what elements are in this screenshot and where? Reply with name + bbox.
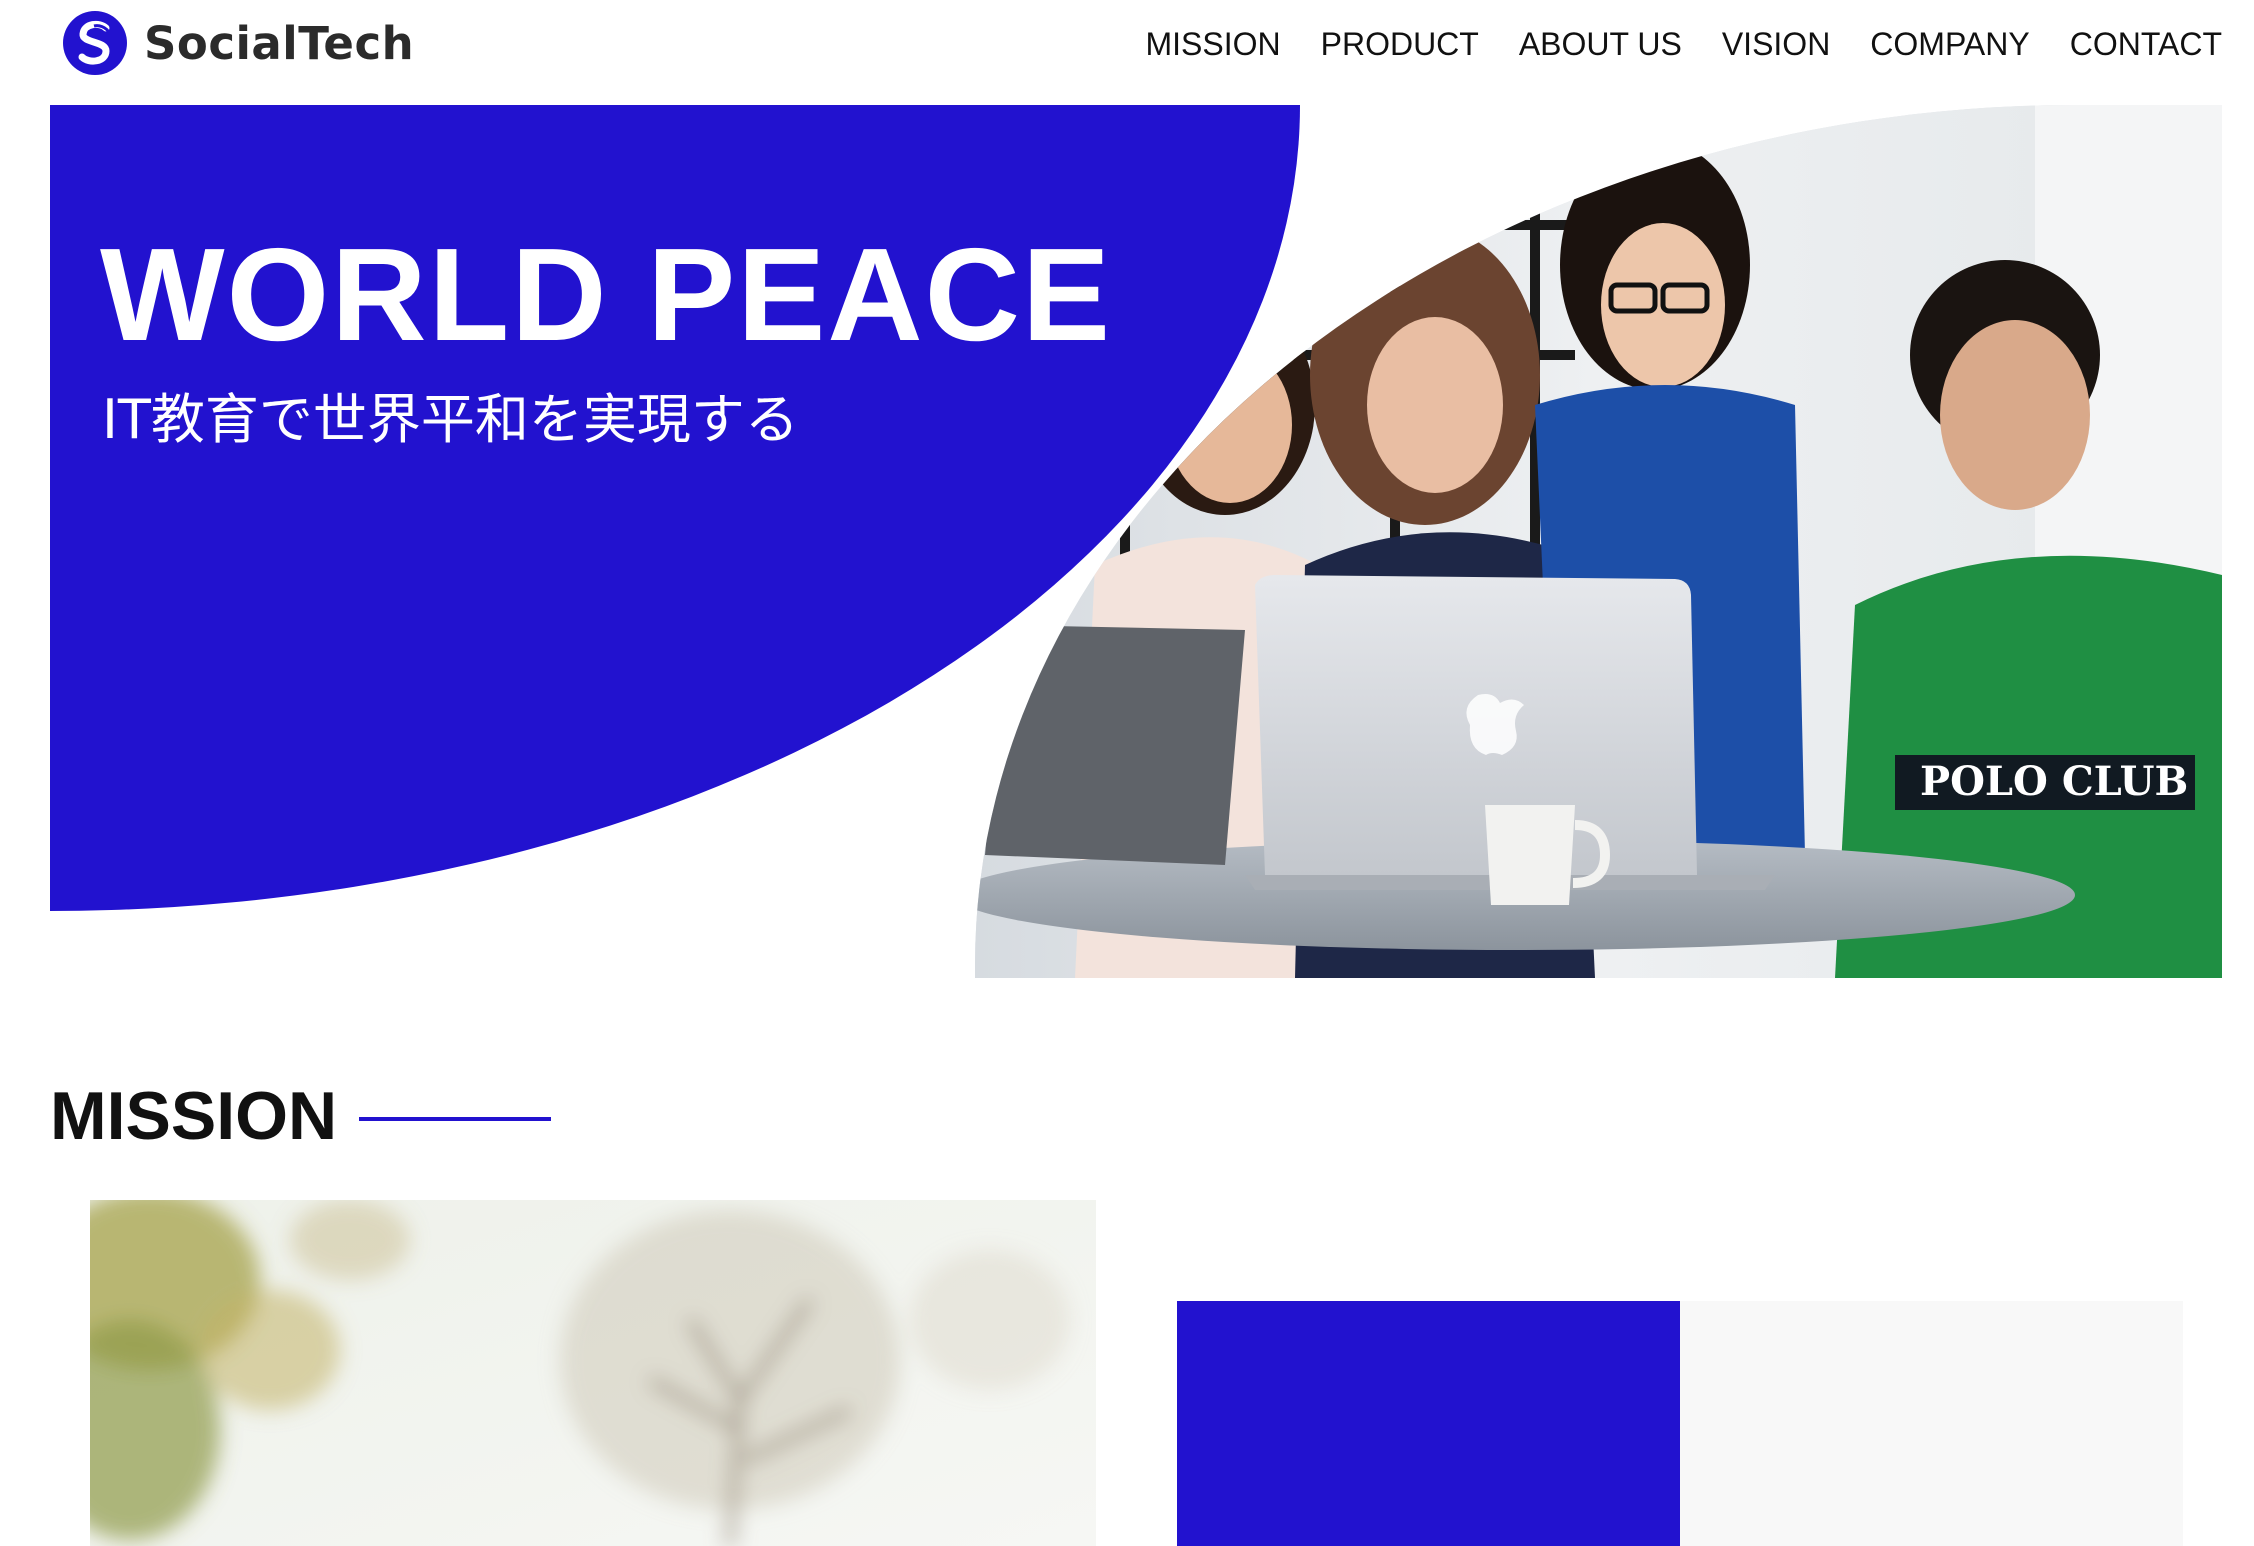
hero-title: WORLD PEACE xyxy=(100,221,1112,368)
nav-link-company[interactable]: COMPANY xyxy=(1870,22,2029,66)
site-header: SocialTech MISSION PRODUCT ABOUT US VISI… xyxy=(0,0,2254,105)
logo[interactable]: SocialTech xyxy=(62,10,414,76)
mission-heading: MISSION xyxy=(50,1072,552,1160)
nav-link-contact[interactable]: CONTACT xyxy=(2070,22,2222,66)
nav-link-mission[interactable]: MISSION xyxy=(1145,22,1280,66)
mission-photo xyxy=(90,1200,1096,1546)
nav-link-about-us[interactable]: ABOUT US xyxy=(1519,22,1682,66)
main-nav: MISSION PRODUCT ABOUT US VISION COMPANY … xyxy=(1145,22,2222,66)
section-title: MISSION xyxy=(50,1078,338,1154)
mission-panel-light-block xyxy=(1680,1301,2183,1546)
heading-divider xyxy=(359,1117,552,1121)
socialtech-s-logo-icon xyxy=(63,11,127,75)
blurred-tree-photo xyxy=(90,1200,1096,1546)
logo-text: SocialTech xyxy=(144,16,415,70)
nav-link-product[interactable]: PRODUCT xyxy=(1321,22,1479,66)
mission-panel-accent-block xyxy=(1177,1301,1680,1546)
nav-link-vision[interactable]: VISION xyxy=(1722,22,1830,66)
hero-subtitle: IT教育で世界平和を実現する xyxy=(102,388,799,451)
svg-text:POLO CLUB: POLO CLUB xyxy=(1920,758,2188,805)
mission-content-panel xyxy=(1177,1301,2183,1546)
